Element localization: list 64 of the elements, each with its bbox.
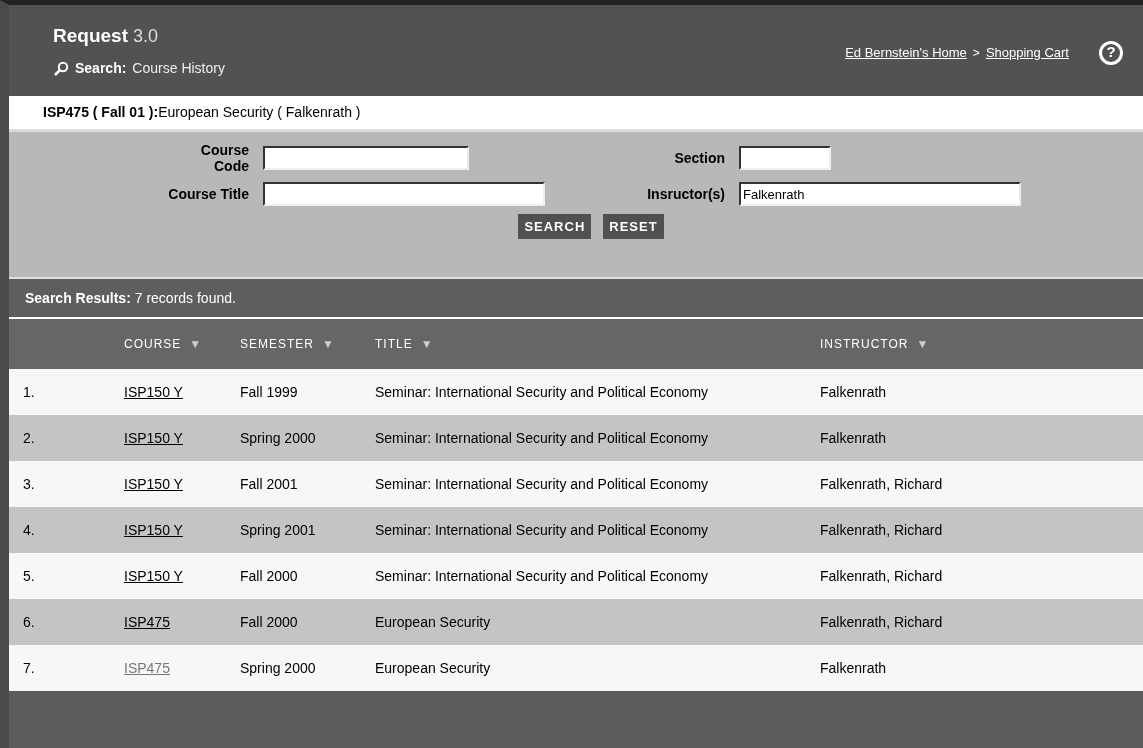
breadcrumb-link[interactable]: Ed Bernstein's Home xyxy=(845,42,967,63)
field-label: Course Code xyxy=(199,142,249,174)
form-button[interactable]: SEARCH xyxy=(518,214,592,239)
table-cell-text: Seminar: International Security and Political Economy xyxy=(375,474,710,494)
row-number: 3. xyxy=(22,474,36,494)
table-cell-text: Fall 2001 xyxy=(240,474,299,494)
input-field[interactable] xyxy=(263,146,469,170)
sort-arrow[interactable]: ▼ xyxy=(916,335,929,353)
table-cell-text: Fall 2000 xyxy=(240,566,299,586)
course-link[interactable]: ISP150 Y xyxy=(124,567,183,584)
sort-arrow[interactable]: ▼ xyxy=(420,335,433,353)
search-context: Course History xyxy=(132,59,225,79)
course-link[interactable]: ISP150 Y xyxy=(124,429,183,446)
sort-arrow[interactable]: ▼ xyxy=(322,335,334,353)
row-number: 4. xyxy=(22,520,36,540)
table-cell-text: Seminar: International Security and Political Economy xyxy=(375,428,710,448)
version: 3.0 xyxy=(132,24,158,48)
table-cell-text: Falkenrath, Richard xyxy=(820,520,944,540)
table-cell-text: Fall 2000 xyxy=(240,612,299,632)
app-name: Request xyxy=(53,23,128,48)
sort-arrow[interactable]: ▼ xyxy=(189,335,202,353)
column-header[interactable]: SEMESTER xyxy=(240,335,314,353)
field-label: Insructor(s) xyxy=(647,186,725,202)
course-link[interactable]: ISP150 Y xyxy=(124,383,183,400)
input-field[interactable] xyxy=(263,182,545,206)
table-cell-text: Falkenrath, Richard xyxy=(820,474,944,494)
table-cell-text: Falkenrath, Richard xyxy=(820,566,944,586)
course-link[interactable]: ISP475 xyxy=(124,613,170,630)
help-button[interactable]: ? xyxy=(1099,40,1123,65)
row-number: 5. xyxy=(22,566,36,586)
table-cell-text: European Security xyxy=(375,658,492,678)
table-cell-text: Seminar: International Security and Political Economy xyxy=(375,382,710,402)
field-label: Section xyxy=(674,150,725,166)
table-cell-text: Spring 2001 xyxy=(240,520,317,540)
table-cell-text: Falkenrath xyxy=(820,428,888,448)
context-text: ISP475 ( Fall 01 ):European Security ( Falkenrath ) xyxy=(43,103,361,122)
course-link[interactable]: ISP475 xyxy=(124,659,170,676)
table-cell-text: Falkenrath, Richard xyxy=(820,612,944,632)
column-header[interactable]: TITLE xyxy=(375,335,413,353)
row-number: 7. xyxy=(22,658,36,678)
table-cell-text: Spring 2000 xyxy=(240,428,317,448)
row-number: 2. xyxy=(22,428,36,448)
course-link[interactable]: ISP150 Y xyxy=(124,521,183,538)
table-cell-text: Fall 1999 xyxy=(240,382,299,402)
table-cell-text: Falkenrath xyxy=(820,382,888,402)
results-summary: Search Results: 7 records found. xyxy=(25,288,236,308)
table-cell-text: European Security xyxy=(375,612,492,632)
field-label: Course Title xyxy=(168,186,249,202)
row-number: 1. xyxy=(22,382,36,402)
input-field[interactable] xyxy=(739,146,831,170)
table-cell-text: Falkenrath xyxy=(820,658,888,678)
input-field[interactable]: Falkenrath xyxy=(739,182,1021,206)
course-link[interactable]: ISP150 Y xyxy=(124,475,183,492)
row-number: 6. xyxy=(22,612,36,632)
column-header[interactable]: COURSE xyxy=(124,335,182,353)
table-cell-text: Seminar: International Security and Political Economy xyxy=(375,520,710,540)
breadcrumb-separator: > xyxy=(972,44,980,62)
table-cell-text: Seminar: International Security and Political Economy xyxy=(375,566,710,586)
search-icon xyxy=(53,60,69,77)
breadcrumb-link[interactable]: Shopping Cart xyxy=(985,42,1069,63)
search-label: Search: xyxy=(75,59,127,79)
form-button[interactable]: RESET xyxy=(603,214,664,239)
column-header[interactable]: INSTRUCTOR xyxy=(820,335,909,353)
table-cell-text: Spring 2000 xyxy=(240,658,317,678)
